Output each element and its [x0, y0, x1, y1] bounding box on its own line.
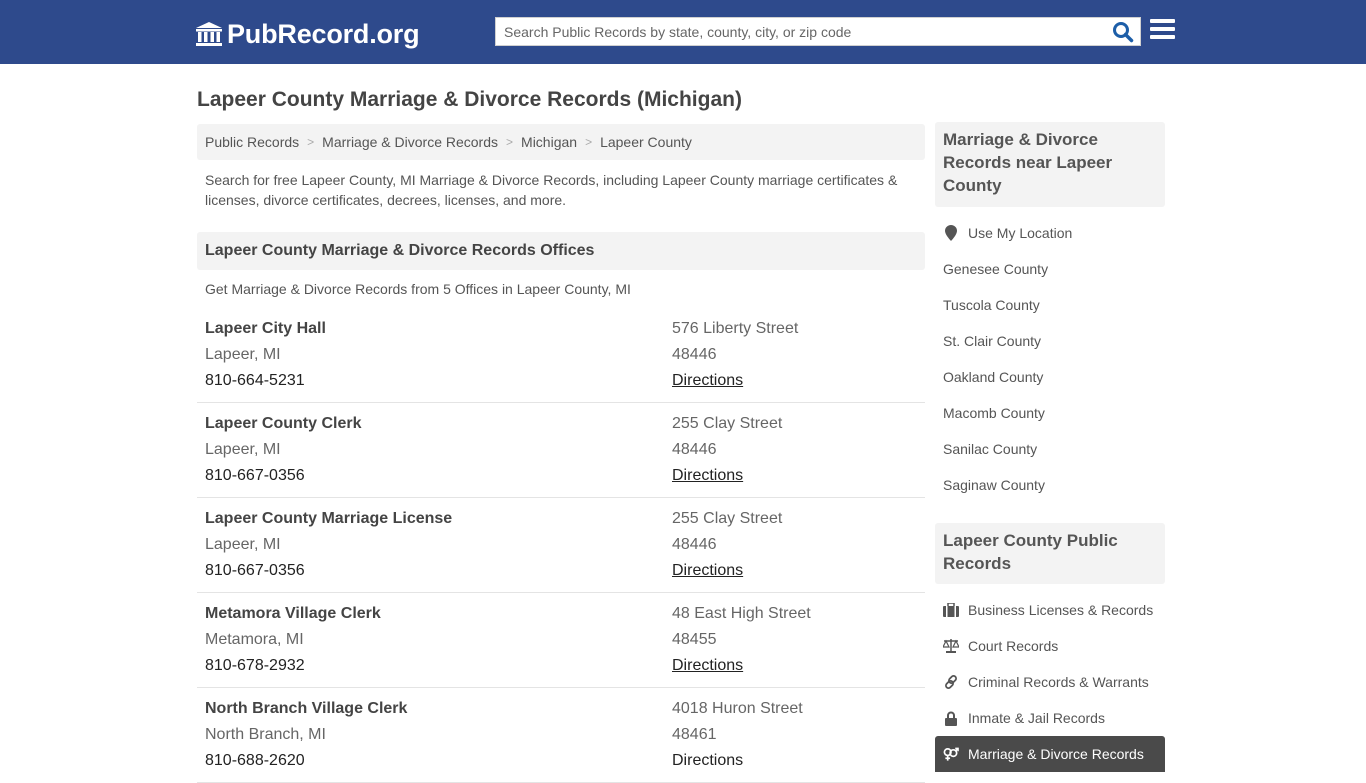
nearby-county-link[interactable]: Genesee County [943, 261, 1048, 277]
search-icon[interactable] [1112, 21, 1134, 43]
nearby-county-link[interactable]: Saginaw County [943, 477, 1045, 493]
office-listing: North Branch Village Clerk North Branch,… [197, 688, 925, 783]
site-logo[interactable]: PubRecord.org [195, 17, 420, 51]
link-icon [943, 674, 959, 690]
breadcrumb-separator: > [506, 135, 514, 149]
office-name: Metamora Village Clerk [205, 605, 381, 622]
offices-count-text: Get Marriage & Divorce Records from 5 Of… [205, 281, 631, 297]
breadcrumb-separator: > [585, 135, 593, 149]
office-phone[interactable]: 810-667-0356 [205, 463, 361, 489]
office-city: Lapeer, MI [205, 441, 281, 458]
nearby-section-title: Marriage & Divorce Records near Lapeer C… [935, 122, 1165, 207]
office-listing: Lapeer City Hall Lapeer, MI 810-664-5231… [197, 308, 925, 403]
office-phone[interactable]: 810-664-5231 [205, 368, 326, 394]
sidebar-item-label: Marriage & Divorce Records [968, 746, 1144, 762]
directions-link[interactable]: Directions [672, 748, 803, 774]
office-phone[interactable]: 810-667-0356 [205, 558, 452, 584]
sidebar-item-marriage-divorce[interactable]: Marriage & Divorce Records [935, 736, 1165, 772]
office-phone[interactable]: 810-688-2620 [205, 748, 407, 774]
office-street: 48 East High Street [672, 605, 811, 622]
office-zip: 48446 [672, 441, 717, 458]
office-city: Metamora, MI [205, 631, 304, 648]
page-title: Lapeer County Marriage & Divorce Records… [197, 88, 742, 111]
sidebar-item-criminal-records[interactable]: Criminal Records & Warrants [943, 674, 1149, 690]
office-listing: Lapeer County Clerk Lapeer, MI 810-667-0… [197, 403, 925, 498]
office-name: North Branch Village Clerk [205, 700, 408, 717]
search-box [495, 17, 1141, 46]
sidebar-item-label: Court Records [968, 638, 1059, 654]
breadcrumb-separator: > [307, 135, 315, 149]
directions-link[interactable]: Directions [672, 368, 798, 394]
office-street: 4018 Huron Street [672, 700, 803, 717]
use-my-location-label: Use My Location [968, 225, 1073, 241]
lock-icon [943, 710, 959, 726]
office-listing: Metamora Village Clerk Metamora, MI 810-… [197, 593, 925, 688]
intro-text: Search for free Lapeer County, MI Marria… [205, 172, 898, 208]
sidebar-item-label: Criminal Records & Warrants [968, 674, 1149, 690]
venus-mars-icon [943, 746, 959, 762]
office-name: Lapeer County Marriage License [205, 510, 453, 527]
office-city: Lapeer, MI [205, 536, 281, 553]
office-name: Lapeer City Hall [205, 320, 326, 337]
office-zip: 48446 [672, 536, 717, 553]
courthouse-icon [196, 22, 222, 46]
map-marker-icon [943, 225, 959, 241]
directions-link[interactable]: Directions [672, 653, 811, 679]
sidebar-item-business-licenses[interactable]: Business Licenses & Records [943, 602, 1153, 618]
office-zip: 48455 [672, 631, 717, 648]
office-zip: 48461 [672, 726, 717, 743]
directions-link[interactable]: Directions [672, 463, 782, 489]
breadcrumb-public-records[interactable]: Public Records [205, 134, 299, 150]
top-navbar: PubRecord.org [0, 0, 1366, 64]
offices-section-title: Lapeer County Marriage & Divorce Records… [197, 232, 925, 270]
office-street: 576 Liberty Street [672, 320, 799, 337]
nearby-county-link[interactable]: Tuscola County [943, 297, 1040, 313]
breadcrumb-marriage-divorce[interactable]: Marriage & Divorce Records [322, 134, 498, 150]
nearby-county-link[interactable]: Macomb County [943, 405, 1045, 421]
nearby-county-link[interactable]: Sanilac County [943, 441, 1037, 457]
office-street: 255 Clay Street [672, 415, 783, 432]
logo-text: PubRecord.org [227, 18, 420, 49]
use-my-location-link[interactable]: Use My Location [943, 225, 1072, 241]
office-city: North Branch, MI [205, 726, 326, 743]
office-listing: Lapeer County Marriage License Lapeer, M… [197, 498, 925, 593]
office-street: 255 Clay Street [672, 510, 783, 527]
search-input[interactable] [496, 18, 1096, 45]
directions-link[interactable]: Directions [672, 558, 782, 584]
office-city: Lapeer, MI [205, 346, 281, 363]
scales-icon [943, 638, 959, 654]
public-records-section-title: Lapeer County Public Records [935, 523, 1165, 584]
office-name: Lapeer County Clerk [205, 415, 362, 432]
office-zip: 48446 [672, 346, 717, 363]
sidebar-item-label: Inmate & Jail Records [968, 710, 1105, 726]
breadcrumb-lapeer-county[interactable]: Lapeer County [600, 134, 692, 150]
breadcrumb-michigan[interactable]: Michigan [521, 134, 577, 150]
hamburger-menu-icon[interactable] [1150, 19, 1175, 43]
breadcrumb: Public Records > Marriage & Divorce Reco… [197, 124, 925, 160]
briefcase-icon [943, 602, 959, 618]
sidebar-item-court-records[interactable]: Court Records [943, 638, 1058, 654]
office-phone[interactable]: 810-678-2932 [205, 653, 381, 679]
sidebar-item-inmate-jail[interactable]: Inmate & Jail Records [943, 710, 1105, 726]
nearby-county-link[interactable]: St. Clair County [943, 333, 1041, 349]
sidebar-item-label: Business Licenses & Records [968, 602, 1154, 618]
nearby-county-link[interactable]: Oakland County [943, 369, 1043, 385]
